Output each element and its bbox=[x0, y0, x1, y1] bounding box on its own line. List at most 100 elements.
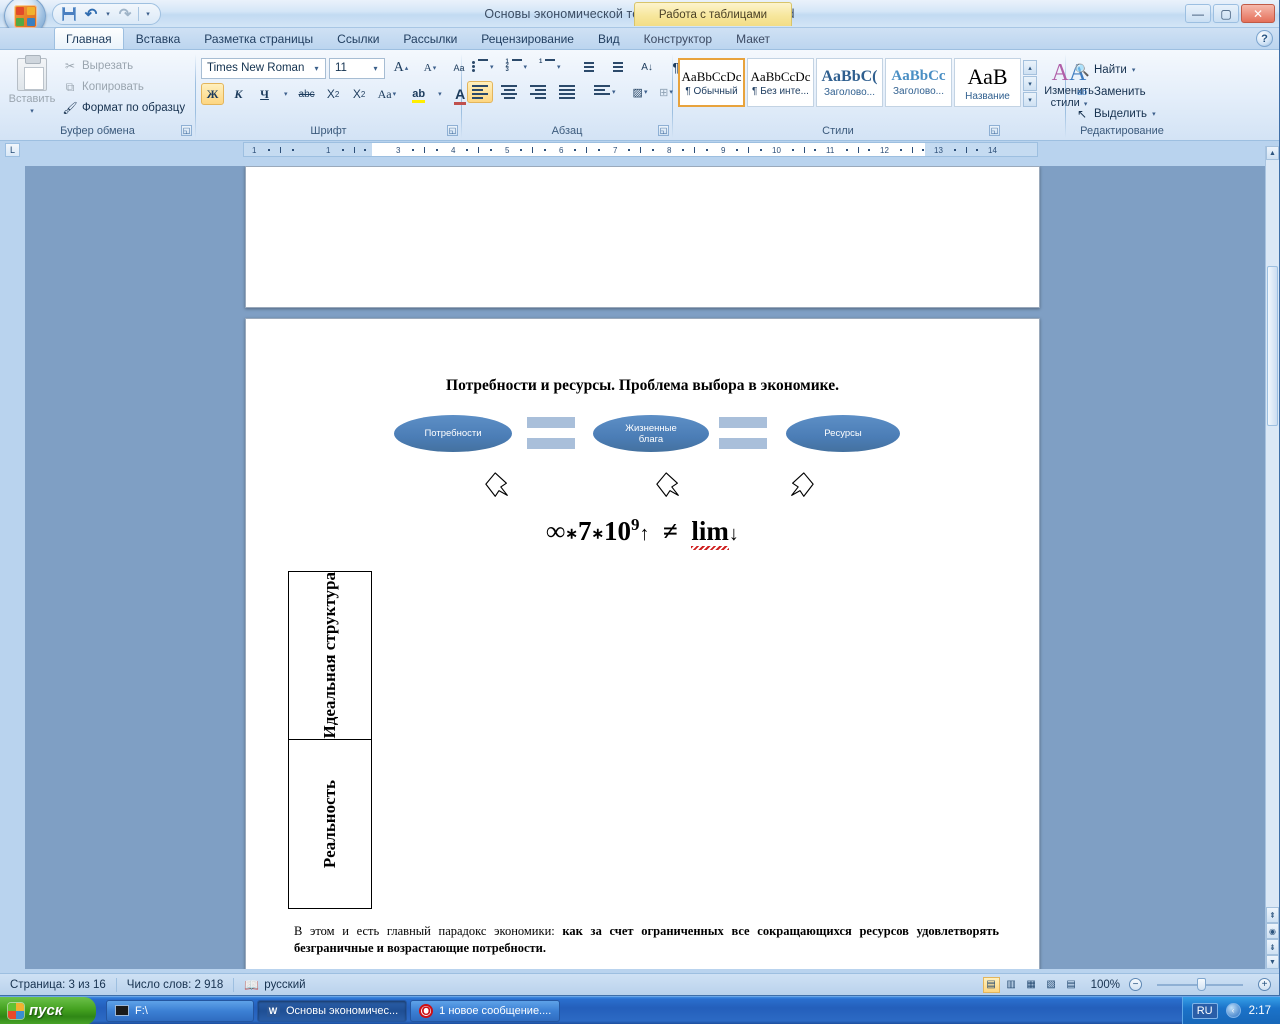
style-normal[interactable]: AaBbCcDc ¶ Обычный bbox=[678, 58, 745, 107]
tab-table-design[interactable]: Конструктор bbox=[632, 28, 724, 49]
copy-button[interactable]: ⧉ Копировать bbox=[59, 77, 188, 97]
previous-page-button[interactable]: ⇞ bbox=[1266, 907, 1279, 923]
diagram-node-goods[interactable]: Жизненные блага bbox=[593, 415, 709, 452]
view-outline[interactable]: ▧ bbox=[1043, 977, 1060, 993]
styles-scroll-down[interactable]: ▾ bbox=[1023, 76, 1037, 91]
shrink-font-button[interactable]: A ▾ bbox=[417, 56, 443, 80]
sort-button[interactable]: A↓ bbox=[636, 56, 659, 78]
scrollbar-thumb[interactable] bbox=[1267, 266, 1278, 426]
align-center-button[interactable] bbox=[496, 81, 522, 103]
zoom-level[interactable]: 100% bbox=[1091, 979, 1120, 991]
numbering-button[interactable]: 1 2 3 ▾ bbox=[501, 56, 532, 78]
paste-button[interactable]: Вставить ▾ bbox=[5, 54, 59, 115]
taskbar-item-cmd[interactable]: F:\ bbox=[106, 999, 254, 1022]
italic-button[interactable]: К bbox=[227, 83, 250, 105]
tab-page-layout[interactable]: Разметка страницы bbox=[192, 28, 325, 49]
align-left-button[interactable] bbox=[467, 81, 493, 103]
styles-more-button[interactable]: ▾ bbox=[1023, 92, 1037, 107]
horizontal-ruler[interactable]: 1 1 3 4 5 6 7 8 9 10 11 12 13 14 bbox=[243, 142, 1038, 157]
document-page-current[interactable]: Потребности и ресурсы. Проблема выбора в… bbox=[245, 318, 1040, 969]
strikethrough-button[interactable]: abc bbox=[295, 83, 319, 105]
style-heading-2[interactable]: AaBbCc Заголово... bbox=[885, 58, 952, 107]
zoom-slider[interactable] bbox=[1145, 978, 1255, 992]
decrease-indent-button[interactable] bbox=[573, 56, 599, 78]
view-draft[interactable]: ▤ bbox=[1063, 977, 1080, 993]
styles-scroll-up[interactable]: ▴ bbox=[1023, 60, 1037, 75]
word-count[interactable]: Число слов: 2 918 bbox=[117, 976, 234, 994]
system-clock[interactable]: 2:17 bbox=[1249, 1005, 1271, 1017]
underline-button[interactable]: Ч bbox=[253, 83, 276, 105]
next-page-button[interactable]: ⇟ bbox=[1266, 939, 1279, 955]
view-web-layout[interactable]: ▦ bbox=[1023, 977, 1040, 993]
minimize-button[interactable]: — bbox=[1185, 4, 1211, 23]
select-browse-object-button[interactable]: ◉ bbox=[1266, 923, 1279, 939]
help-button[interactable]: ? bbox=[1256, 30, 1273, 47]
justify-button[interactable] bbox=[554, 81, 580, 103]
line-spacing-button[interactable]: ▾ bbox=[589, 81, 620, 103]
sort-icon: A↓ bbox=[641, 61, 653, 73]
change-case-button[interactable]: Aa ▾ bbox=[374, 83, 401, 105]
font-size-combo[interactable]: 11 ▾ bbox=[329, 57, 385, 79]
scroll-up-button[interactable]: ▲ bbox=[1266, 146, 1279, 160]
tab-review[interactable]: Рецензирование bbox=[469, 28, 586, 49]
text-highlight-button[interactable]: ab bbox=[407, 83, 430, 105]
select-button[interactable]: ↖ Выделить ▾ bbox=[1071, 103, 1159, 124]
table-row[interactable]: Идеальная структура bbox=[289, 572, 371, 740]
cut-button[interactable]: ✂ Вырезать bbox=[59, 56, 188, 76]
tab-insert[interactable]: Вставка bbox=[124, 28, 193, 49]
replace-button[interactable]: ab Заменить bbox=[1071, 81, 1159, 102]
tab-view[interactable]: Вид bbox=[586, 28, 632, 49]
clipboard-dialog-launcher[interactable]: ◱ bbox=[181, 125, 192, 136]
start-button[interactable]: пуск bbox=[0, 996, 96, 1024]
table-row[interactable]: Реальность bbox=[289, 740, 371, 908]
diagram-node-needs[interactable]: Потребности bbox=[394, 415, 512, 452]
proofing-status[interactable]: 📖 русский bbox=[234, 976, 315, 994]
tab-mailings[interactable]: Рассылки bbox=[391, 28, 469, 49]
style-no-spacing[interactable]: AaBbCcDc ¶ Без инте... bbox=[747, 58, 814, 107]
tab-references[interactable]: Ссылки bbox=[325, 28, 391, 49]
tab-home[interactable]: Главная bbox=[54, 27, 124, 49]
smartart-diagram[interactable]: Потребности Жизненные блага Ресурсы bbox=[246, 415, 1039, 461]
scroll-down-button[interactable]: ▼ bbox=[1266, 955, 1279, 969]
find-button[interactable]: 🔍 Найти ▾ bbox=[1071, 59, 1159, 80]
bold-button[interactable]: Ж bbox=[201, 83, 224, 105]
increase-indent-button[interactable] bbox=[602, 56, 628, 78]
view-print-layout[interactable]: ▤ bbox=[982, 976, 1000, 993]
close-button[interactable]: ✕ bbox=[1241, 4, 1275, 23]
taskbar-item-word[interactable]: W Основы экономичес... bbox=[257, 999, 408, 1022]
paragraph-dialog-launcher[interactable]: ◱ bbox=[658, 125, 669, 136]
document-table[interactable]: Идеальная структура Реальность bbox=[288, 571, 372, 909]
maximize-button[interactable]: ▢ bbox=[1213, 4, 1239, 23]
table-cell-reality: Реальность bbox=[320, 779, 339, 869]
highlight-dropdown[interactable]: ▾ bbox=[433, 83, 446, 105]
font-dialog-launcher[interactable]: ◱ bbox=[447, 125, 458, 136]
shading-button[interactable]: ▨ ▾ bbox=[629, 81, 652, 103]
tab-table-layout[interactable]: Макет bbox=[724, 28, 782, 49]
font-group-label: Шрифт ◱ bbox=[310, 125, 458, 137]
chevron-down-icon: ▾ bbox=[30, 108, 34, 115]
zoom-out-button[interactable]: − bbox=[1129, 978, 1142, 991]
format-painter-button[interactable]: 🖌 Формат по образцу bbox=[59, 98, 188, 118]
grow-font-button[interactable]: A ▴ bbox=[388, 56, 414, 80]
styles-dialog-launcher[interactable]: ◱ bbox=[989, 125, 1000, 136]
vertical-scrollbar[interactable]: ▲ ⇞ ◉ ⇟ ▼ bbox=[1265, 146, 1279, 969]
page-indicator[interactable]: Страница: 3 из 16 bbox=[0, 976, 116, 994]
underline-dropdown[interactable]: ▾ bbox=[279, 83, 292, 105]
language-bar[interactable]: RU bbox=[1191, 1002, 1218, 1019]
diagram-node-resources[interactable]: Ресурсы bbox=[786, 415, 900, 452]
zoom-in-button[interactable]: + bbox=[1258, 978, 1271, 991]
taskbar-item-opera[interactable]: O 1 новое сообщение.... bbox=[410, 999, 561, 1022]
tab-stop-selector[interactable]: L bbox=[5, 143, 20, 157]
zoom-slider-thumb[interactable] bbox=[1197, 978, 1206, 991]
view-full-screen-reading[interactable]: ▥ bbox=[1003, 977, 1020, 993]
font-name-combo[interactable]: Times New Roman ▾ bbox=[201, 57, 326, 79]
style-title[interactable]: АаВ Название bbox=[954, 58, 1021, 107]
align-right-button[interactable] bbox=[525, 81, 551, 103]
show-hidden-icons-button[interactable]: ‹ bbox=[1225, 1003, 1241, 1018]
bullets-button[interactable]: ▾ bbox=[467, 56, 498, 78]
style-heading-1[interactable]: AaBbC( Заголово... bbox=[816, 58, 883, 107]
subscript-button[interactable]: X2 bbox=[322, 83, 345, 105]
superscript-button[interactable]: X2 bbox=[348, 83, 371, 105]
multilevel-list-button[interactable]: 1 ▾ bbox=[534, 56, 565, 78]
document-canvas[interactable]: Потребности и ресурсы. Проблема выбора в… bbox=[25, 166, 1265, 969]
